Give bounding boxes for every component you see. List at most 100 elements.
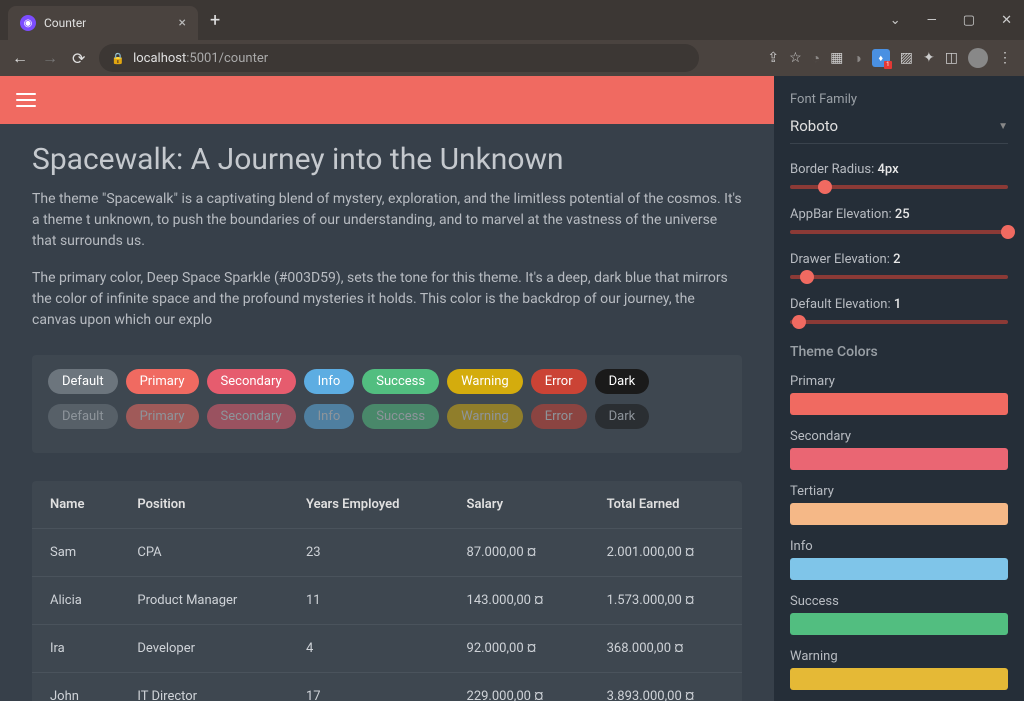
table-cell: 87.000,00 ¤ (449, 529, 589, 577)
chip-info[interactable]: Info (304, 369, 355, 394)
forward-button[interactable]: → (42, 48, 58, 68)
table-cell: 368.000,00 ¤ (589, 625, 742, 673)
chip-secondary[interactable]: Secondary (207, 369, 296, 394)
font-family-select[interactable]: Roboto ▼ (790, 113, 1008, 144)
extension-icon[interactable]: ▦ (830, 50, 843, 66)
theme-colors-title: Theme Colors (790, 344, 1008, 360)
tab-close-icon[interactable]: × (179, 15, 186, 31)
browser-tab[interactable]: ◉ Counter × (8, 6, 198, 40)
table-cell: IT Director (119, 673, 288, 701)
extension-icon[interactable]: ◑ (853, 50, 861, 67)
table-cell: 143.000,00 ¤ (449, 577, 589, 625)
border-radius-label: Border Radius: 4px (790, 162, 1008, 177)
color-swatch-tertiary[interactable] (790, 503, 1008, 525)
color-label: Warning (790, 649, 1008, 664)
default-elevation-slider[interactable] (790, 320, 1008, 324)
table-cell: 23 (288, 529, 449, 577)
share-icon[interactable]: ⇪ (767, 50, 779, 66)
table-cell: 11 (288, 577, 449, 625)
table-row[interactable]: SamCPA2387.000,00 ¤2.001.000,00 ¤ (32, 529, 742, 577)
color-swatch-success[interactable] (790, 613, 1008, 635)
tab-favicon-icon: ◉ (20, 15, 36, 31)
url-input[interactable]: 🔒 localhost:5001/counter (99, 44, 699, 72)
drawer-elevation-label: Drawer Elevation: 2 (790, 252, 1008, 267)
chevron-down-icon[interactable]: ⌄ (886, 9, 905, 32)
appbar-elevation-slider[interactable] (790, 230, 1008, 234)
chip-primary[interactable]: Primary (126, 369, 199, 394)
url-text: localhost:5001/counter (133, 51, 268, 66)
table-cell: 17 (288, 673, 449, 701)
color-swatch-primary[interactable] (790, 393, 1008, 415)
browser-title-bar: ◉ Counter × + ⌄ — ▢ ✕ (0, 0, 1024, 40)
appbar-elevation-label: AppBar Elevation: 25 (790, 207, 1008, 222)
table-cell: 2.001.000,00 ¤ (589, 529, 742, 577)
data-table: NamePositionYears EmployedSalaryTotal Ea… (32, 481, 742, 701)
table-cell: CPA (119, 529, 288, 577)
table-cell: Product Manager (119, 577, 288, 625)
extension-badge-icon[interactable]: ♦1 (872, 49, 890, 67)
table-header[interactable]: Salary (449, 481, 589, 529)
menu-icon[interactable]: ⋮ (998, 50, 1012, 66)
reload-button[interactable]: ⟳ (72, 49, 85, 68)
extension-icon[interactable]: ▨ (900, 50, 913, 66)
table-cell: Ira (32, 625, 119, 673)
maximize-icon[interactable]: ▢ (959, 9, 979, 32)
close-window-icon[interactable]: ✕ (997, 9, 1016, 32)
theme-sidebar: Font Family Roboto ▼ Border Radius: 4px … (774, 76, 1024, 701)
table-row[interactable]: AliciaProduct Manager11143.000,00 ¤1.573… (32, 577, 742, 625)
color-swatch-secondary[interactable] (790, 448, 1008, 470)
window-controls: ⌄ — ▢ ✕ (886, 9, 1016, 32)
extension-icon[interactable]: ◫ (945, 50, 958, 66)
table-header[interactable]: Years Employed (288, 481, 449, 529)
table-cell: Alicia (32, 577, 119, 625)
table-cell: 92.000,00 ¤ (449, 625, 589, 673)
app-bar (0, 76, 774, 124)
extension-icon[interactable]: ◔ (812, 50, 820, 67)
chip-error-disabled: Error (531, 404, 587, 429)
table-cell: 3.893.000,00 ¤ (589, 673, 742, 701)
color-label: Success (790, 594, 1008, 609)
profile-avatar[interactable] (968, 48, 988, 68)
table-cell: 229.000,00 ¤ (449, 673, 589, 701)
table-row[interactable]: IraDeveloper492.000,00 ¤368.000,00 ¤ (32, 625, 742, 673)
table-cell: 1.573.000,00 ¤ (589, 577, 742, 625)
font-family-label: Font Family (790, 92, 1008, 107)
color-label: Secondary (790, 429, 1008, 444)
back-button[interactable]: ← (12, 48, 28, 68)
border-radius-slider[interactable] (790, 185, 1008, 189)
browser-url-bar: ← → ⟳ 🔒 localhost:5001/counter ⇪ ☆ ◔ ▦ ◑… (0, 40, 1024, 76)
table-header[interactable]: Position (119, 481, 288, 529)
default-elevation-label: Default Elevation: 1 (790, 297, 1008, 312)
table-header[interactable]: Total Earned (589, 481, 742, 529)
chip-default[interactable]: Default (48, 369, 118, 394)
color-label: Info (790, 539, 1008, 554)
chip-error[interactable]: Error (531, 369, 587, 394)
new-tab-button[interactable]: + (210, 10, 220, 31)
minimize-icon[interactable]: — (923, 9, 941, 32)
chevron-down-icon: ▼ (998, 121, 1008, 132)
extension-puzzle-icon[interactable]: ✦ (923, 50, 935, 66)
chip-warning[interactable]: Warning (447, 369, 523, 394)
page-title: Spacewalk: A Journey into the Unknown (32, 142, 742, 177)
chips-card: Default Primary Secondary Info Success Warnin… (32, 355, 742, 453)
color-swatch-info[interactable] (790, 558, 1008, 580)
drawer-elevation-slider[interactable] (790, 275, 1008, 279)
page-paragraph-2: The primary color, Deep Space Sparkle (#… (32, 268, 742, 331)
chip-dark[interactable]: Dark (595, 369, 650, 394)
table-header[interactable]: Name (32, 481, 119, 529)
lock-icon: 🔒 (111, 52, 125, 65)
chip-secondary-disabled: Secondary (207, 404, 296, 429)
bookmark-icon[interactable]: ☆ (789, 50, 802, 66)
hamburger-menu-button[interactable] (16, 93, 36, 107)
table-cell: Developer (119, 625, 288, 673)
table-row[interactable]: JohnIT Director17229.000,00 ¤3.893.000,0… (32, 673, 742, 701)
chip-info-disabled: Info (304, 404, 355, 429)
chip-success[interactable]: Success (362, 369, 439, 394)
table-cell: John (32, 673, 119, 701)
color-swatch-warning[interactable] (790, 668, 1008, 690)
main-content: Spacewalk: A Journey into the Unknown Th… (0, 76, 774, 701)
color-label: Tertiary (790, 484, 1008, 499)
chip-default-disabled: Default (48, 404, 118, 429)
tab-title: Counter (44, 16, 171, 30)
chip-primary-disabled: Primary (126, 404, 199, 429)
